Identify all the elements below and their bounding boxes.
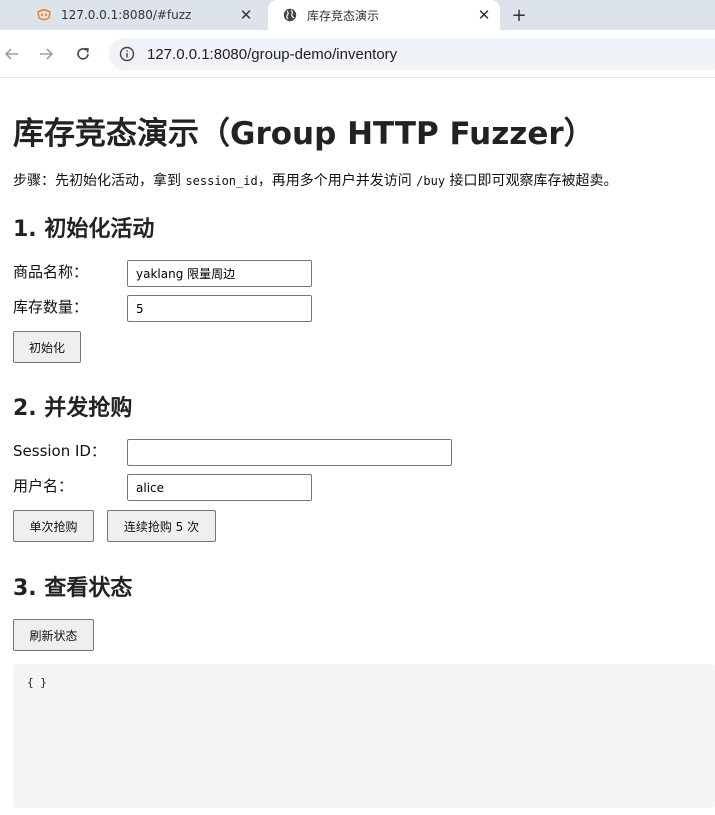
tab-title: 库存竞态演示 xyxy=(307,8,380,23)
instructions: 步骤：先初始化活动，拿到 session_id，再用多个用户并发访问 /buy … xyxy=(13,170,618,190)
info-icon[interactable] xyxy=(119,46,135,62)
stock-count-label: 库存数量： xyxy=(13,298,89,316)
product-name-label: 商品名称： xyxy=(13,263,89,281)
page-title: 库存竞态演示（Group HTTP Fuzzer） xyxy=(13,116,595,152)
yak-icon xyxy=(36,7,52,23)
username-label: 用户名： xyxy=(13,477,74,495)
back-arrow-icon[interactable] xyxy=(0,42,24,66)
init-button[interactable]: 初始化 xyxy=(13,331,81,363)
session-id-input[interactable] xyxy=(127,439,452,466)
new-tab-button[interactable]: + xyxy=(508,4,530,26)
globe-icon xyxy=(282,7,298,23)
tab-title: 127.0.0.1:8080/#fuzz xyxy=(61,8,192,22)
session-id-label: Session ID： xyxy=(13,442,106,460)
browser-tab-fuzz[interactable]: 127.0.0.1:8080/#fuzz ✕ xyxy=(22,0,262,30)
reload-icon[interactable] xyxy=(71,42,95,66)
single-buy-button[interactable]: 单次抢购 xyxy=(13,510,94,542)
product-name-input[interactable]: yaklang 限量周边 xyxy=(127,260,312,287)
forward-arrow-icon[interactable] xyxy=(34,42,58,66)
refresh-status-button[interactable]: 刷新状态 xyxy=(13,619,94,651)
section-heading-status: 3. 查看状态 xyxy=(13,576,133,601)
stock-count-input[interactable]: 5 xyxy=(127,295,312,322)
section-heading-buy: 2. 并发抢购 xyxy=(13,396,133,421)
close-icon[interactable]: ✕ xyxy=(236,5,256,25)
close-icon[interactable]: ✕ xyxy=(474,5,494,25)
instructions-middle: ，再用多个用户并发访问 xyxy=(257,173,417,189)
instructions-prefix: 步骤：先初始化活动，拿到 xyxy=(13,173,186,189)
username-input[interactable]: alice xyxy=(127,474,312,501)
status-output: { } xyxy=(13,664,715,808)
section-heading-init: 1. 初始化活动 xyxy=(13,217,155,242)
url-text: 127.0.0.1:8080/group-demo/inventory xyxy=(147,45,398,63)
browser-tabstrip: 127.0.0.1:8080/#fuzz ✕ 库存竞态演示 ✕ + xyxy=(0,0,715,30)
browser-tab-inventory[interactable]: 库存竞态演示 ✕ xyxy=(268,0,500,30)
multi-buy-button[interactable]: 连续抢购 5 次 xyxy=(107,510,216,542)
buy-endpoint-code: /buy xyxy=(416,174,446,188)
instructions-suffix: 接口即可观察库存被超卖。 xyxy=(445,173,618,189)
address-bar[interactable]: 127.0.0.1:8080/group-demo/inventory xyxy=(109,38,715,70)
browser-toolbar: 127.0.0.1:8080/group-demo/inventory xyxy=(0,30,715,78)
session-id-code: session_id xyxy=(185,174,258,188)
